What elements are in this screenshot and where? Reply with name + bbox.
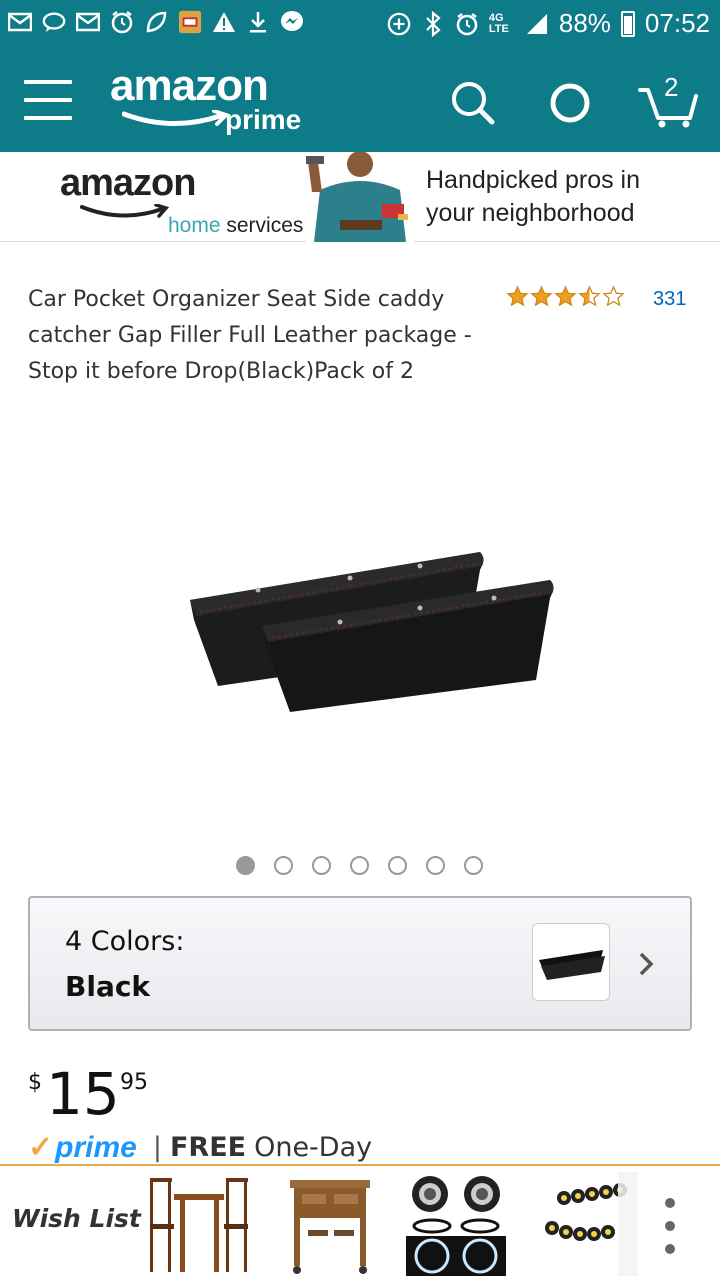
mail-icon-2 [76,10,100,34]
image-carousel-dots[interactable] [236,856,483,875]
battery-icon [620,10,635,37]
product-title[interactable]: Car Pocket Organizer Seat Side caddy cat… [28,282,488,390]
alarm-clock-icon [455,12,479,36]
chevron-right-icon [636,950,656,982]
data-saver-icon [387,12,411,36]
star-rating [506,285,625,308]
app-header: amazon prime 2 [0,50,720,152]
battery-percent: 88% [558,8,611,38]
logo-text: amazon [110,61,269,110]
variation-value: Black [65,970,151,1003]
shipping-speed: One-Day [254,1132,373,1163]
price-whole: 15 [46,1060,120,1128]
download-icon [246,10,270,34]
carousel-dot[interactable] [388,856,407,875]
logo-prime-text: prime [225,104,302,135]
product-image[interactable] [180,540,570,730]
cart-icon[interactable]: 2 [638,72,700,128]
carousel-dot[interactable] [426,856,445,875]
prime-badge: ✓ prime [28,1130,137,1165]
prime-check-icon: ✓ [28,1131,54,1164]
amazon-prime-logo[interactable]: amazon prime [110,61,301,136]
wishlist-item-bar-table-set[interactable] [144,1172,252,1276]
logo-smile [122,110,230,126]
banner-logo-sub: home services [168,214,304,237]
clock: 07:52 [644,8,710,38]
carousel-dot[interactable] [274,856,293,875]
star-icon [602,285,625,307]
search-icon[interactable] [448,78,498,128]
messenger-icon [280,10,304,34]
wishlist-item-led-lights[interactable] [530,1172,638,1276]
wishlist-item-headlight-rings[interactable] [402,1172,510,1276]
wishlist-item-kitchen-cart[interactable] [280,1172,388,1276]
handyman-image [306,152,414,242]
star-icon [578,285,601,307]
star-icon [530,285,553,307]
color-swatch [532,923,610,1001]
variation-label: 4 Colors: [65,926,185,957]
cart-count: 2 [664,72,679,102]
wish-list-bar: Wish List [0,1164,720,1280]
separator: | [152,1132,162,1163]
leaf-app-icon [144,10,168,34]
carousel-dot[interactable] [464,856,483,875]
rating[interactable] [506,285,625,308]
review-count[interactable]: 331 [653,288,686,311]
wish-list-label[interactable]: Wish List [12,1204,141,1233]
signal-icon [525,12,549,36]
banner-logo-smile [80,204,170,218]
notification-icons [8,10,304,34]
banner-logo-text: amazon [60,162,196,204]
system-status: 4G LTE 88% 07:52 [387,8,710,39]
game-app-icon [178,10,202,34]
chat-bubble-icon [42,10,66,34]
carousel-dot[interactable] [312,856,331,875]
mail-icon [8,10,32,34]
status-bar: 4G LTE 88% 07:52 [0,0,720,50]
alarm-icon [110,10,134,34]
home-services-banner[interactable]: amazon home services Handpicked pros in … [0,152,720,242]
amazon-home-services-logo: amazon home services [60,162,303,237]
network-type: 4G LTE [488,12,509,35]
free-label: FREE [169,1132,247,1163]
menu-icon[interactable] [24,80,72,120]
star-icon [554,285,577,307]
color-variation-selector[interactable]: 4 Colors: Black [28,896,692,1031]
price-currency: $ [28,1070,42,1095]
warning-icon [212,10,236,34]
shipping-info: ✓ prime | FREE One-Day [28,1130,372,1165]
price-fraction: 95 [120,1070,148,1095]
alexa-icon[interactable] [545,78,595,128]
more-options-icon[interactable] [660,1198,680,1254]
star-icon [506,285,529,307]
carousel-dot[interactable] [236,856,255,875]
bluetooth-icon [421,10,445,37]
banner-tagline: Handpicked pros in your neighborhood [426,166,641,227]
carousel-dot[interactable] [350,856,369,875]
